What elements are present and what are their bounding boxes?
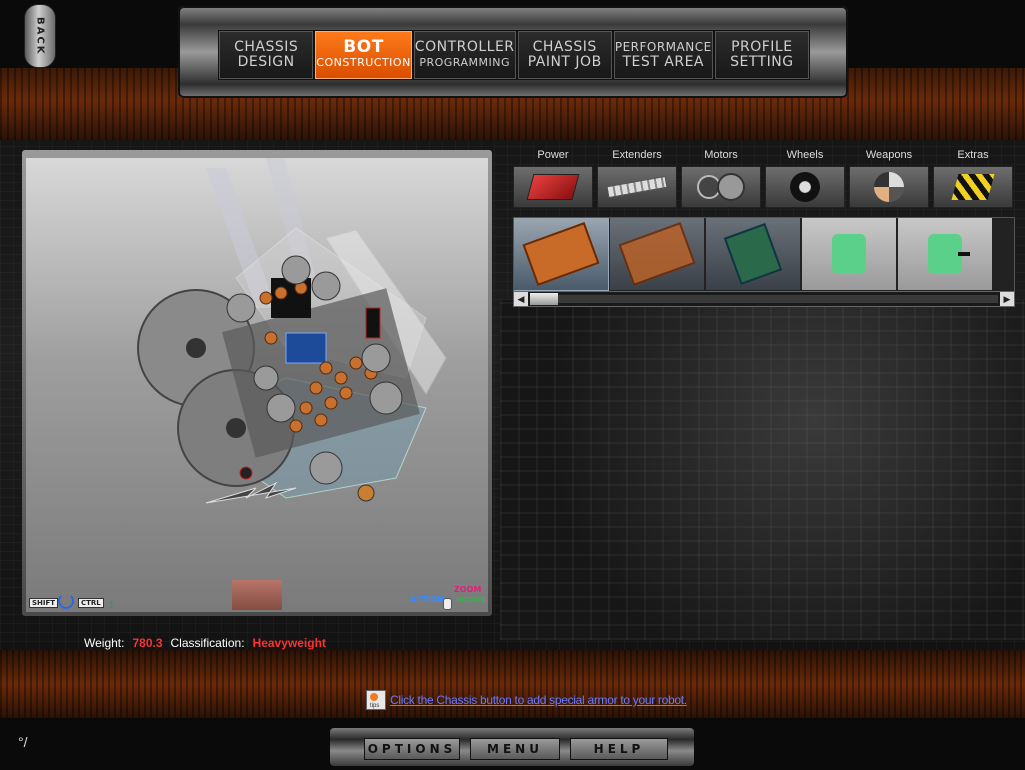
shift-key-hint: SHIFT [29,598,59,608]
circuit-board-orange-icon [618,222,696,286]
part-item[interactable] [610,218,704,290]
help-button[interactable]: HELP [570,738,668,760]
back-button-label: BACK [34,16,46,56]
scroll-left-icon[interactable]: ◀ [514,292,528,306]
green-block-icon [928,234,970,274]
hazard-stripes-icon [933,166,1013,208]
tab-label-line1: BOT [343,37,384,57]
tab-label-line2: PROGRAMMING [419,56,510,69]
category-extras[interactable]: Extras [932,148,1014,208]
tab-chassis-design[interactable]: CHASSIS DESIGN [219,31,314,79]
parts-strip [513,217,1015,293]
weight-label: Weight: [84,636,125,650]
tab-label-line1: CONTROLLER [414,39,515,55]
circuit-board-orange-icon [522,222,600,286]
tab-label-line1: PERFORMANCE [614,40,712,54]
tab-label-line1: PROFILE [731,39,793,55]
options-button[interactable]: OPTIONS [364,738,460,760]
weight-value: 780.3 [132,636,163,650]
part-item[interactable] [514,218,609,291]
wheel-icon [765,166,845,208]
action-label: ACTION [410,595,444,604]
category-wheels[interactable]: Wheels [764,148,846,208]
part-item[interactable] [898,218,992,290]
tips-icon-text: tips [370,703,380,709]
category-label: Extenders [612,149,662,161]
battery-icon [513,166,593,208]
tab-label-line2: CONSTRUCTION [316,56,411,69]
mouse-icon [443,598,452,610]
bot-stats: Weight: 780.3 Classification: Heavyweigh… [84,636,326,650]
scroll-right-icon[interactable]: ▶ [1000,292,1014,306]
tip-text[interactable]: Click the Chassis button to add special … [390,693,687,707]
category-label: Extras [957,149,989,161]
category-label: Motors [704,149,738,161]
menu-button[interactable]: MENU [470,738,560,760]
tip[interactable]: tips Click the Chassis button to add spe… [366,690,687,710]
tips-icon: tips [366,690,386,710]
classification-label: Classification: [170,636,245,650]
extender-bar-icon [597,166,677,208]
green-block-icon [832,234,866,274]
category-label: Wheels [786,149,824,161]
robot-model [137,158,447,504]
tab-label-line2: SETTING [730,54,794,70]
circuit-background [500,300,1025,640]
category-motors[interactable]: Motors [680,148,762,208]
cursor-glyph-icon: °/ [18,734,28,750]
part-categories: Power Extenders Motors Wheels Weapons Ex… [512,148,1014,208]
part-item[interactable] [802,218,896,290]
tab-label-line2: DESIGN [237,54,295,70]
circuit-board-green-icon [723,222,783,286]
rotate-arrow-icon [58,593,74,609]
vertical-arrow-icon: ↕ [108,596,115,611]
category-label: Weapons [865,149,913,161]
category-weapons[interactable]: Weapons [848,148,930,208]
part-item[interactable] [706,218,800,290]
ctrl-key-hint: CTRL [78,598,104,608]
tab-controller-programming[interactable]: CONTROLLER PROGRAMMING [413,31,516,79]
motor-icon [681,166,761,208]
tab-performance-test-area[interactable]: PERFORMANCE TEST AREA [613,31,713,79]
zoom-label: ZOOM [454,585,482,594]
control-hints: SHIFT CTRL ↕ ACTION ZOOM ROTATE [26,585,488,612]
category-power[interactable]: Power [512,148,594,208]
scroll-thumb[interactable] [530,293,558,305]
tab-label-line1: CHASSIS [234,39,299,55]
weapon-icon [849,166,929,208]
tab-label-line2: PAINT JOB [527,54,602,70]
back-button[interactable]: BACK [24,4,56,68]
nav-tabs: CHASSIS DESIGN BOT CONSTRUCTION CONTROLL… [218,30,810,80]
category-extenders[interactable]: Extenders [596,148,678,208]
classification-value: Heavyweight [252,636,326,650]
category-label: Power [537,149,569,161]
scroll-track[interactable] [530,295,998,303]
tab-label-line2: TEST AREA [622,54,705,70]
tab-profile-setting[interactable]: PROFILE SETTING [714,31,809,79]
robot-3d-viewport[interactable]: SHIFT CTRL ↕ ACTION ZOOM ROTATE [26,158,488,612]
tab-label-line1: CHASSIS [532,39,597,55]
tab-chassis-paint-job[interactable]: CHASSIS PAINT JOB [517,31,612,79]
parts-scrollbar[interactable]: ◀ ▶ [513,291,1015,307]
tab-bot-construction[interactable]: BOT CONSTRUCTION [315,31,412,79]
rotate-label: ROTATE [456,596,487,604]
